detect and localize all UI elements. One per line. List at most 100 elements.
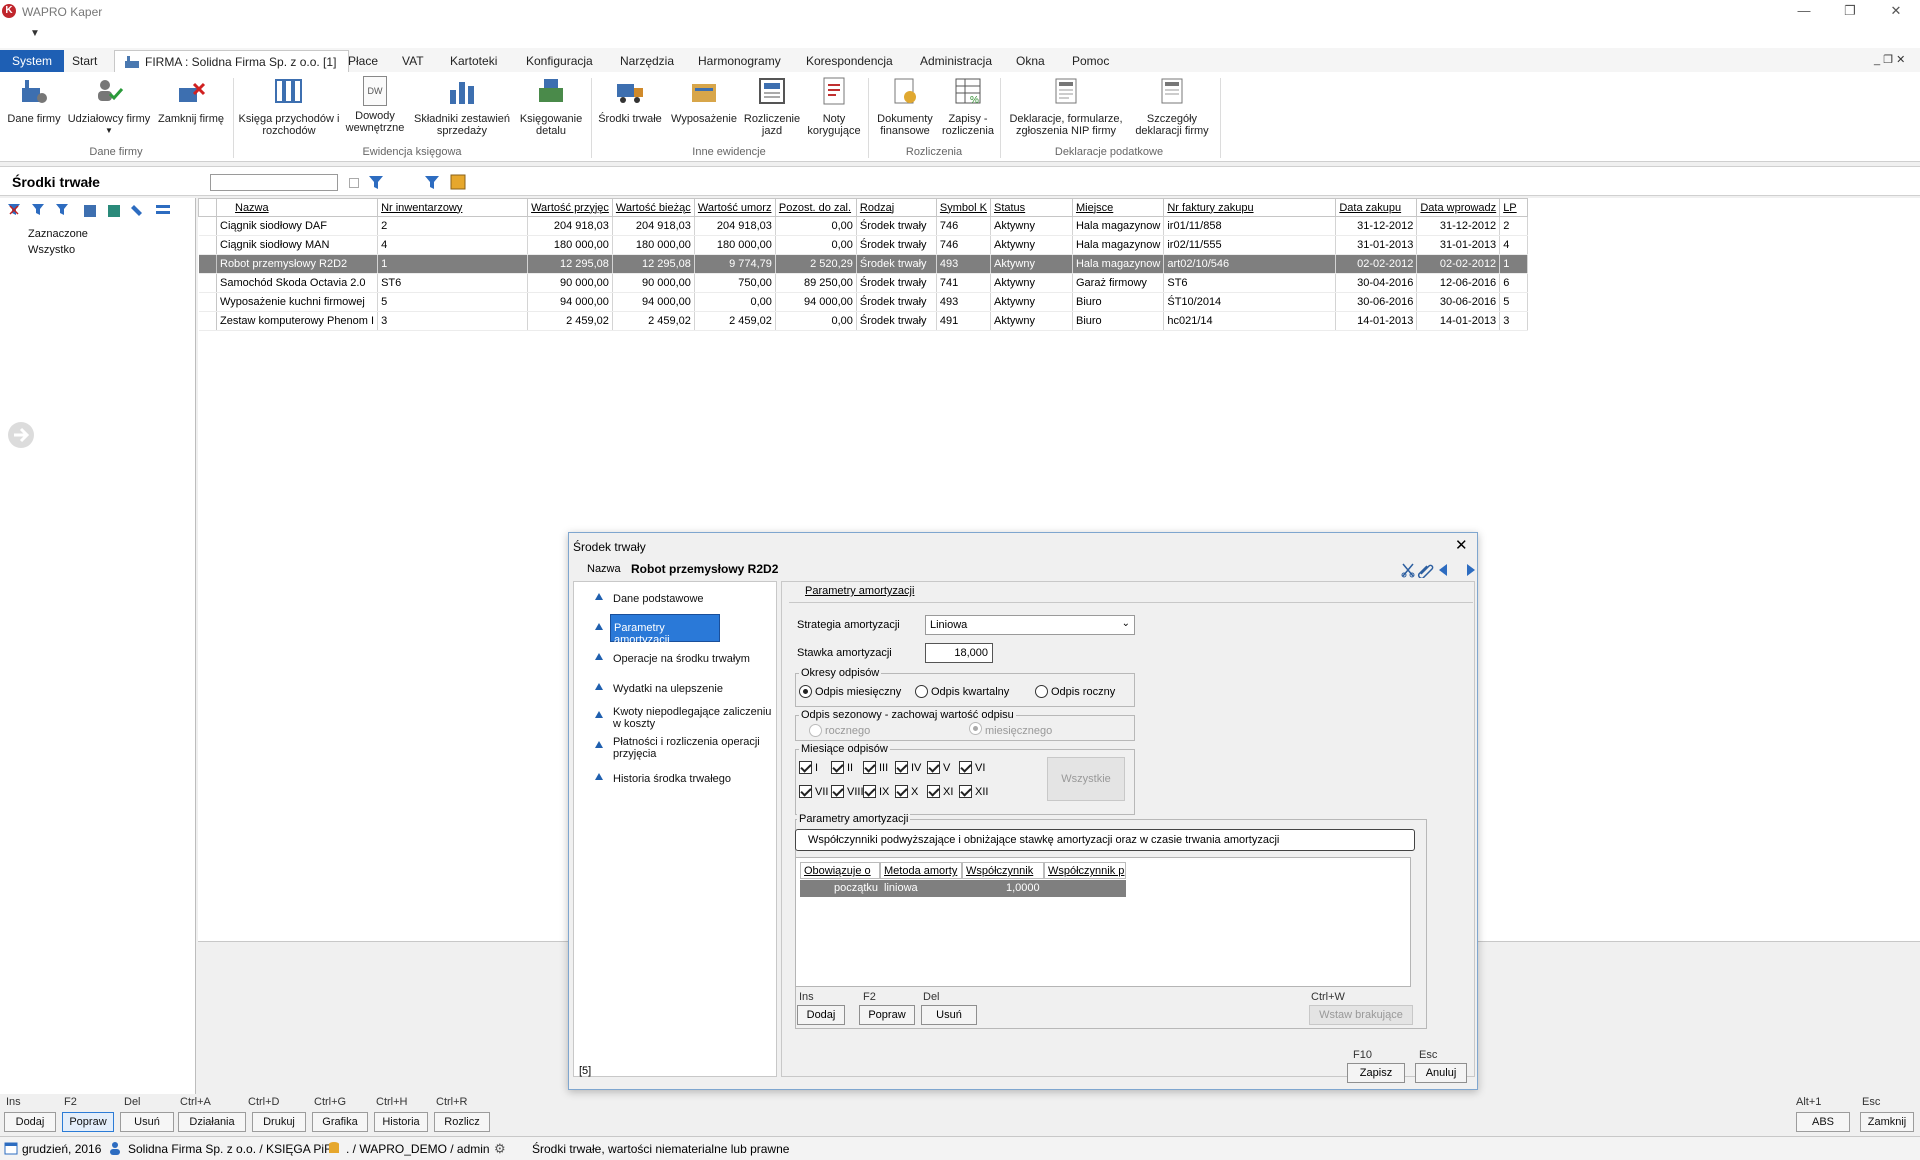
col-header-lp[interactable]: LP — [1499, 198, 1529, 217]
dowody-button[interactable]: DW Dowody wewnętrzne — [342, 76, 408, 134]
tab-kartoteki[interactable]: Kartoteki — [438, 50, 509, 72]
tab-firma[interactable]: FIRMA : Solidna Firma Sp. z o.o. [1] — [114, 50, 350, 72]
deklaracje-button[interactable]: Deklaracje, formularze, zgłoszenia NIP f… — [1004, 76, 1128, 137]
nav-historia[interactable]: Historia środka trwałego — [613, 773, 731, 785]
coef-col-wspolczynnik[interactable]: Współczynnik — [962, 862, 1044, 879]
popraw-button[interactable]: Popraw — [62, 1112, 114, 1132]
tab-place[interactable]: Płace — [336, 50, 390, 72]
month-checkbox-iii[interactable] — [863, 761, 876, 774]
radio-seasonal-monthly[interactable] — [969, 722, 982, 735]
radio-monthly[interactable] — [799, 685, 812, 698]
month-checkbox-ix[interactable] — [863, 785, 876, 798]
row-header[interactable] — [198, 311, 217, 331]
filter-icon[interactable] — [368, 175, 384, 190]
coef-col-wspolczynnik-p[interactable]: Współczynnik p — [1044, 862, 1126, 879]
quick-access-dropdown[interactable]: ▼ — [30, 28, 40, 39]
radio-quarterly[interactable] — [915, 685, 928, 698]
mdi-controls[interactable]: _ ❐ ✕ — [1874, 53, 1905, 66]
tab-system[interactable]: System — [0, 50, 65, 72]
cut-icon[interactable] — [1401, 563, 1415, 578]
table-row[interactable]: Robot przemysłowy R2D2 1 12 295,08 12 295,0… — [198, 254, 1529, 274]
tab-harmonogramy[interactable]: Harmonogramy — [686, 50, 793, 72]
tree-toolbar-icons[interactable] — [6, 202, 186, 220]
month-checkbox-x[interactable] — [895, 785, 908, 798]
col-header-data-zakupu[interactable]: Data zakupu — [1335, 198, 1418, 217]
historia-button[interactable]: Historia — [374, 1112, 428, 1132]
month-checkbox-xi[interactable] — [927, 785, 940, 798]
coef-popraw-button[interactable]: Popraw — [859, 1005, 915, 1025]
skladniki-button[interactable]: Składniki zestawień sprzedaży — [410, 76, 514, 137]
tab-pomoc[interactable]: Pomoc — [1060, 50, 1121, 72]
ksiega-button[interactable]: Księga przychodów i rozchodów — [238, 76, 340, 137]
zamknij-button[interactable]: Zamknij — [1860, 1112, 1914, 1132]
wstaw-brakujace-button[interactable]: Wstaw brakujące — [1309, 1005, 1413, 1025]
month-checkbox-viii[interactable] — [831, 785, 844, 798]
wszystkie-button[interactable]: Wszystkie — [1047, 757, 1125, 801]
tab-konfiguracja[interactable]: Konfiguracja — [514, 50, 605, 72]
close-window-button[interactable]: ✕ — [1876, 2, 1916, 22]
settings-gear-icon[interactable]: ⚙ — [494, 1141, 506, 1157]
coef-col-metoda[interactable]: Metoda amorty — [880, 862, 962, 879]
tree-item-zaznaczone[interactable]: Zaznaczone — [28, 228, 88, 240]
filter-clear-icon[interactable] — [424, 175, 440, 190]
dzialania-button[interactable]: Działania — [178, 1112, 246, 1132]
col-header-rodzaj[interactable]: Rodzaj — [855, 198, 937, 217]
month-checkbox-vii[interactable] — [799, 785, 812, 798]
row-header[interactable] — [198, 235, 217, 255]
month-checkbox-xii[interactable] — [959, 785, 972, 798]
previous-record-icon[interactable] — [1439, 564, 1447, 576]
table-row[interactable]: Zestaw komputerowy Phenom I32 459,02 2 45… — [198, 311, 1529, 331]
tree-item-wszystko[interactable]: Wszystko — [28, 244, 75, 256]
month-checkbox-v[interactable] — [927, 761, 940, 774]
nav-operacje[interactable]: Operacje na środku trwałym — [613, 653, 750, 665]
expand-arrow-icon[interactable] — [6, 420, 36, 450]
search-option-checkbox[interactable] — [349, 178, 359, 188]
srodki-trwale-button[interactable]: Środki trwałe — [594, 76, 666, 125]
row-header[interactable] — [198, 216, 217, 236]
next-record-icon[interactable] — [1467, 564, 1475, 576]
usun-button[interactable]: Usuń — [120, 1112, 174, 1132]
zapisy-rozliczenia-button[interactable]: % Zapisy - rozliczenia — [940, 76, 996, 137]
row-header[interactable] — [198, 292, 217, 312]
nav-parametry-amortyzacji[interactable]: Parametry amortyzacji — [610, 614, 720, 646]
panel-tab-header[interactable]: Parametry amortyzacji — [789, 585, 1473, 603]
tab-administracja[interactable]: Administracja — [908, 50, 1004, 72]
nav-dane-podstawowe[interactable]: Dane podstawowe — [613, 593, 704, 605]
noty-button[interactable]: Noty korygujące — [804, 76, 864, 137]
row-header[interactable] — [198, 254, 217, 274]
anuluj-button[interactable]: Anuluj — [1415, 1063, 1467, 1083]
nav-kwoty[interactable]: Kwoty niepodlegające zaliczeniu w koszty — [613, 706, 779, 730]
nav-platnosci[interactable]: Płatności i rozliczenia operacji przyjęc… — [613, 736, 763, 760]
zamknij-firme-button[interactable]: Zamknij firmę — [154, 76, 228, 125]
coef-dodaj-button[interactable]: Dodaj — [797, 1005, 845, 1025]
strategy-select[interactable]: Liniowa ⌄ — [925, 615, 1135, 635]
tab-vat[interactable]: VAT — [390, 50, 436, 72]
month-checkbox-i[interactable] — [799, 761, 812, 774]
radio-yearly[interactable] — [1035, 685, 1048, 698]
abs-button[interactable]: ABS — [1796, 1112, 1850, 1132]
table-row[interactable]: Samochód Skoda Octavia 2.0 ST6 90 000,00 90… — [198, 273, 1529, 293]
table-row[interactable]: Ciągnik siodłowy DAF 2 204 918,03 204 918,0… — [198, 216, 1529, 236]
dane-firmy-button[interactable]: Dane firmy — [4, 76, 64, 125]
ksiegowanie-detalu-button[interactable]: Księgowanie detalu — [516, 76, 586, 137]
col-header-nr-inwentarzowy[interactable]: Nr inwentarzowy — [377, 198, 529, 217]
dodaj-button[interactable]: Dodaj — [4, 1112, 56, 1132]
col-header-pozostalo[interactable]: Pozost. do zal. — [774, 198, 857, 217]
tab-narzedzia[interactable]: Narzędzia — [608, 50, 686, 72]
status-period[interactable]: grudzień, 2016 — [22, 1142, 101, 1156]
col-header-nazwa[interactable]: Nazwa — [215, 198, 379, 217]
table-row[interactable]: Wyposażenie kuchni firmowej 5 94 000,00 94 … — [198, 292, 1529, 312]
udzialowcy-button[interactable]: Udziałowcy firmy ▼ — [66, 76, 152, 137]
wyposazenie-button[interactable]: Wyposażenie — [668, 76, 740, 125]
row-header[interactable] — [198, 273, 217, 293]
nav-wydatki[interactable]: Wydatki na ulepszenie — [613, 683, 723, 695]
table-row[interactable]: Ciągnik siodłowy MAN 4 180 000,00 180 000,0… — [198, 235, 1529, 255]
grafika-button[interactable]: Grafika — [312, 1112, 368, 1132]
col-header-nr-faktury[interactable]: Nr faktury zakupu — [1163, 198, 1337, 217]
month-checkbox-vi[interactable] — [959, 761, 972, 774]
coef-col-obowiazuje[interactable]: Obowiązuje o — [800, 862, 880, 879]
col-header-miejsce[interactable]: Miejsce — [1071, 198, 1165, 217]
rozlicz-button[interactable]: Rozlicz — [434, 1112, 490, 1132]
tab-start[interactable]: Start — [60, 50, 109, 72]
col-header-wartosc-biezaca[interactable]: Wartość bieżąc — [611, 198, 695, 217]
